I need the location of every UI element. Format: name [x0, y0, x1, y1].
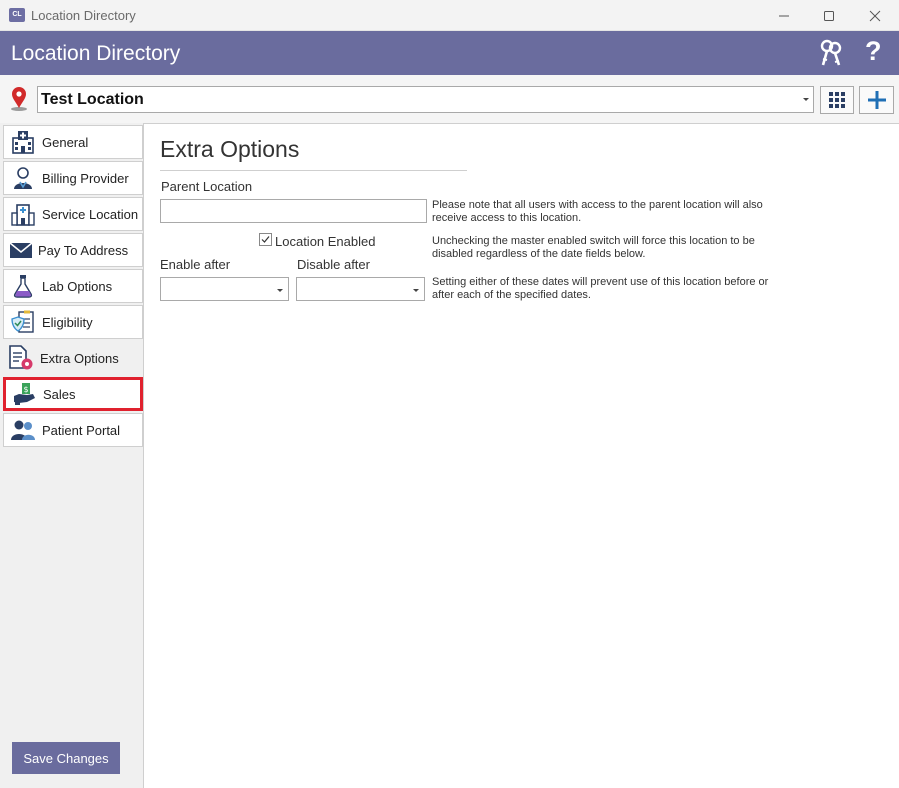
sidebar-item-label: Pay To Address: [38, 242, 129, 258]
location-enabled-note: Unchecking the master enabled switch wil…: [432, 235, 755, 260]
building-icon: [10, 202, 36, 226]
sidebar-item-label: Billing Provider: [42, 170, 129, 186]
grid-icon: [829, 92, 845, 108]
page-title: Extra Options: [160, 136, 300, 162]
keys-icon[interactable]: [818, 39, 844, 67]
money-hand-icon: $: [12, 382, 38, 406]
sidebar-item-label: Sales: [43, 386, 76, 402]
location-enabled-checkbox[interactable]: [259, 233, 272, 246]
sidebar-item-service-location[interactable]: Service Location: [3, 197, 143, 231]
sidebar-item-patient-portal[interactable]: Patient Portal: [3, 413, 143, 447]
chevron-down-icon: [277, 289, 283, 292]
save-changes-button[interactable]: Save Changes: [12, 742, 120, 774]
sidebar-item-label: Patient Portal: [42, 422, 121, 438]
sidebar-item-label: Extra Options: [40, 350, 119, 366]
document-gear-icon: [8, 345, 34, 370]
enable-after-label: Enable after: [160, 257, 231, 272]
location-bar: Test Location: [0, 75, 899, 123]
parent-location-input[interactable]: [160, 199, 427, 223]
close-button[interactable]: [852, 0, 898, 31]
add-location-button[interactable]: [859, 86, 894, 114]
map-pin-icon: [11, 87, 27, 111]
maximize-button[interactable]: [806, 0, 852, 31]
parent-location-label: Parent Location: [161, 179, 253, 194]
flask-icon: [10, 274, 36, 298]
plus-icon: [867, 91, 886, 109]
content-panel: Extra Options Parent Location Please not…: [143, 123, 899, 788]
sidebar-item-billing-provider[interactable]: Billing Provider: [3, 161, 143, 195]
minimize-button[interactable]: [761, 0, 807, 31]
maximize-icon: [824, 10, 834, 21]
sidebar-item-lab-options[interactable]: Lab Options: [3, 269, 143, 303]
sidebar-item-label: Eligibility: [42, 314, 93, 330]
header-title: Location Directory: [11, 42, 181, 65]
chevron-down-icon: [803, 98, 809, 101]
sidebar-item-label: Lab Options: [42, 278, 113, 294]
location-select[interactable]: Test Location: [37, 86, 814, 113]
app-icon: CL: [9, 8, 25, 22]
title-divider: [160, 170, 467, 171]
shield-checklist-icon: [10, 310, 36, 334]
hospital-icon: [10, 130, 36, 154]
dates-note: Setting either of these dates will preve…: [432, 276, 769, 301]
app-header: Location Directory ?: [0, 31, 899, 75]
users-icon: [10, 418, 36, 442]
sidebar: General Billing Provider Service Locatio…: [0, 123, 143, 788]
checkmark-icon: [261, 236, 270, 243]
sidebar-item-pay-to-address[interactable]: Pay To Address: [3, 233, 143, 267]
disable-after-date-picker[interactable]: [296, 277, 425, 301]
disable-after-label: Disable after: [297, 257, 370, 272]
enable-after-date-picker[interactable]: [160, 277, 289, 301]
sidebar-item-label: Service Location: [42, 206, 139, 222]
doctor-icon: [10, 166, 36, 190]
grid-view-button[interactable]: [820, 86, 854, 114]
sidebar-item-general[interactable]: General: [3, 125, 143, 159]
minimize-icon: [779, 15, 789, 16]
location-enabled-label: Location Enabled: [275, 234, 376, 249]
chevron-down-icon: [413, 289, 419, 292]
location-select-value: Test Location: [41, 91, 144, 108]
sidebar-item-label: General: [42, 134, 89, 150]
svg-text:$: $: [23, 385, 28, 394]
close-icon: [869, 10, 881, 21]
help-button[interactable]: ?: [865, 36, 882, 67]
sidebar-item-sales[interactable]: $ Sales: [3, 377, 143, 411]
window-titlebar: CL Location Directory: [0, 0, 899, 31]
sidebar-item-extra-options[interactable]: Extra Options: [3, 341, 143, 375]
parent-location-note: Please note that all users with access t…: [432, 199, 763, 224]
sidebar-item-eligibility[interactable]: Eligibility: [3, 305, 143, 339]
window-title: Location Directory: [31, 8, 136, 23]
envelope-icon: [8, 238, 34, 262]
